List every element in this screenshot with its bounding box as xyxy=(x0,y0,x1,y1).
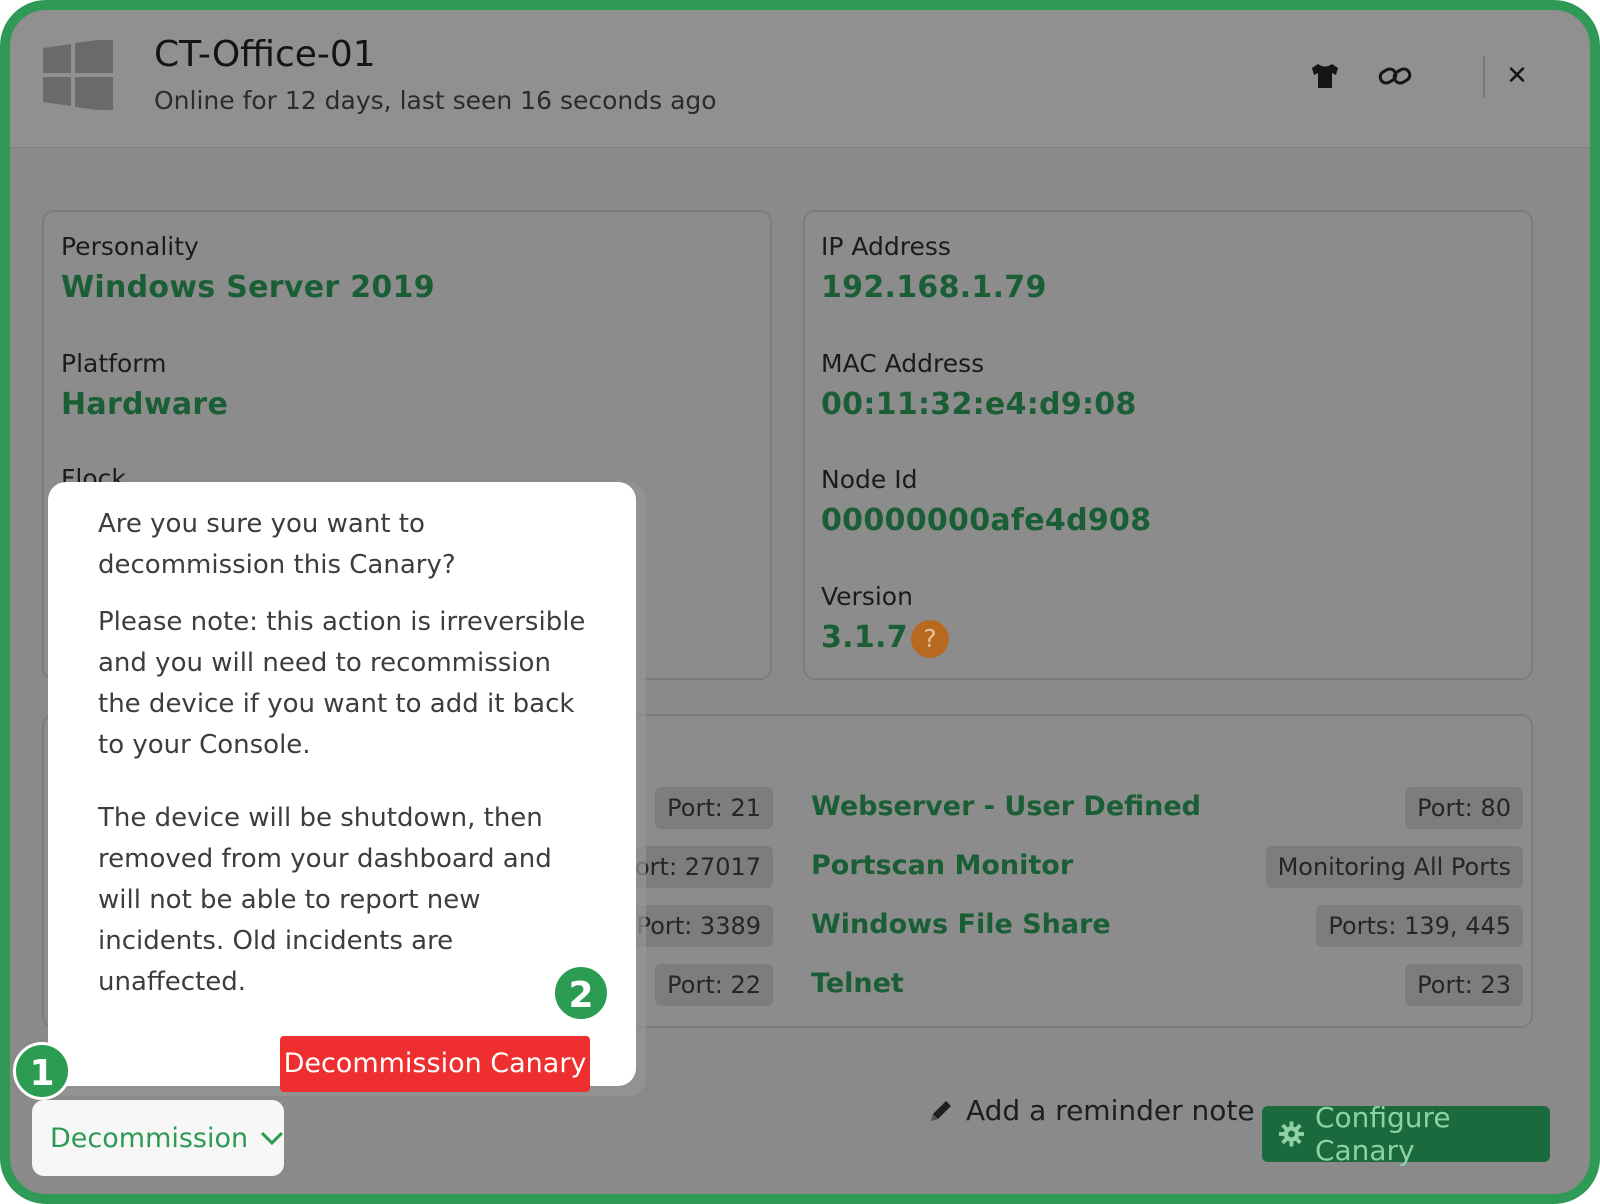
window-title: CT-Office-01 xyxy=(154,34,376,75)
mac-address-label: MAC Address xyxy=(821,349,985,378)
service-port-pill: Port: 22 xyxy=(655,964,773,1006)
service-name[interactable]: Webserver - User Defined xyxy=(811,791,1201,822)
service-port-pill: Port: 21 xyxy=(655,787,773,829)
decommission-dropdown[interactable]: Decommission xyxy=(32,1100,284,1176)
status-text: Online for 12 days, last seen 16 seconds… xyxy=(154,86,717,115)
node-id-label: Node Id xyxy=(821,465,918,494)
shirt-icon[interactable] xyxy=(1305,56,1345,96)
details-card-right: IP Address 192.168.1.79 MAC Address 00:1… xyxy=(803,210,1533,680)
configure-canary-label: Configure Canary xyxy=(1314,1101,1451,1167)
confirm-note: Please note: this action is irreversible… xyxy=(98,607,586,760)
step-badge-2: 2 xyxy=(552,964,610,1022)
configure-canary-button[interactable]: Configure Canary xyxy=(1262,1101,1550,1167)
platform-value: Hardware xyxy=(61,387,229,422)
platform-label: Platform xyxy=(61,349,167,378)
window-header: CT-Office-01 Online for 12 days, last se… xyxy=(10,10,1590,148)
confirm-question: Are you sure you want to decommission th… xyxy=(98,509,456,580)
node-id-value: 00000000afe4d908 xyxy=(821,503,1152,538)
gear-icon xyxy=(1278,1121,1304,1147)
version-label: Version xyxy=(821,582,913,611)
reminder-label: Add a reminder note xyxy=(966,1094,1255,1127)
windows-logo-icon xyxy=(43,40,113,110)
service-port-pill: Port: 80 xyxy=(1405,787,1523,829)
service-port-pill: Port: 23 xyxy=(1405,964,1523,1006)
add-reminder-note-button[interactable]: Add a reminder note xyxy=(928,1094,1255,1127)
service-port-pill: Monitoring All Ports xyxy=(1265,846,1523,888)
pencil-icon xyxy=(931,1100,951,1121)
ip-address-label: IP Address xyxy=(821,232,951,261)
service-name[interactable]: Telnet xyxy=(811,968,904,999)
mac-address-value: 00:11:32:e4:d9:08 xyxy=(821,387,1137,422)
decommission-confirm-popover: Are you sure you want to decommission th… xyxy=(48,482,636,1086)
personality-label: Personality xyxy=(61,232,199,261)
service-port-pill: Ports: 139, 445 xyxy=(1316,905,1523,947)
service-name[interactable]: Portscan Monitor xyxy=(811,850,1073,881)
confirm-effect: The device will be shutdown, then remove… xyxy=(98,803,552,997)
close-icon[interactable]: ✕ xyxy=(1497,56,1537,96)
service-name[interactable]: Windows File Share xyxy=(811,909,1111,940)
decommission-canary-button[interactable]: Decommission Canary xyxy=(280,1036,590,1092)
chevron-down-icon xyxy=(261,1131,284,1146)
version-help-icon[interactable]: ? xyxy=(911,620,949,658)
personality-value: Windows Server 2019 xyxy=(61,270,435,305)
version-value: 3.1.7 xyxy=(821,620,908,655)
decommission-label: Decommission xyxy=(50,1122,249,1154)
ip-address-value: 192.168.1.79 xyxy=(821,270,1047,305)
link-icon[interactable] xyxy=(1375,56,1415,96)
service-port-pill: Port: 3389 xyxy=(624,905,773,947)
step-badge-1: 1 xyxy=(13,1042,71,1100)
header-divider xyxy=(1483,56,1485,98)
